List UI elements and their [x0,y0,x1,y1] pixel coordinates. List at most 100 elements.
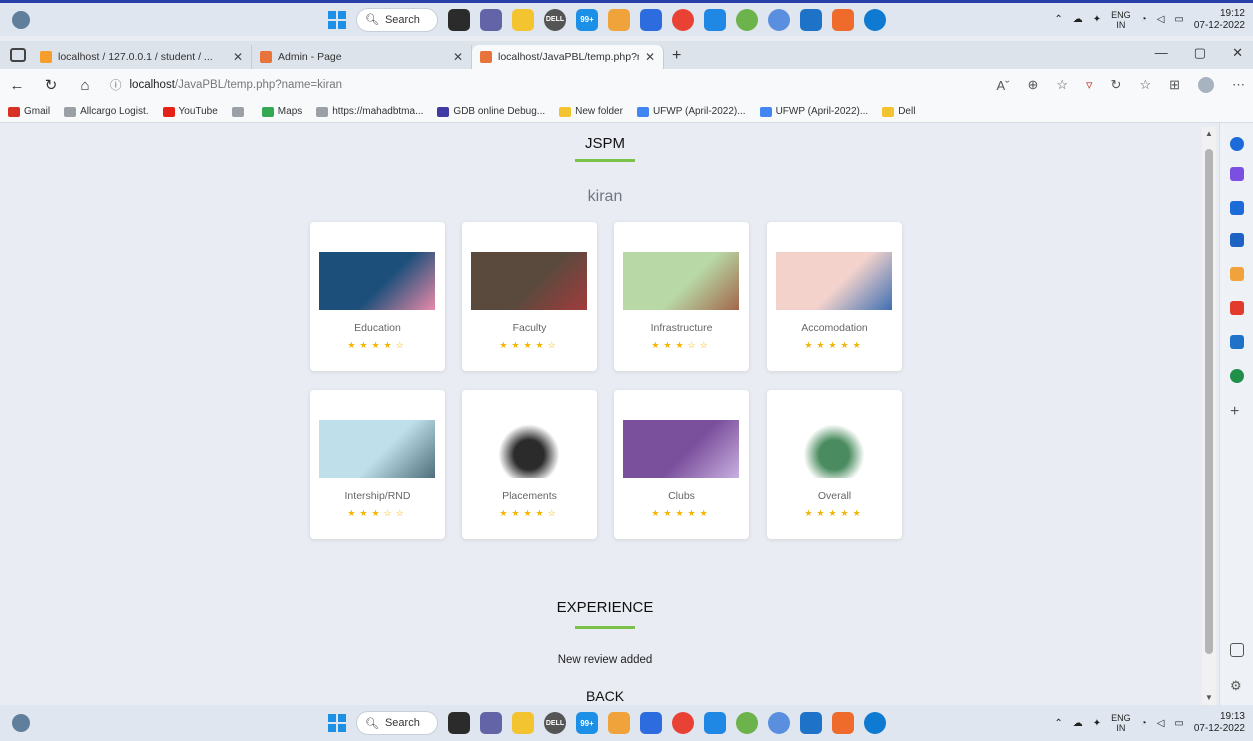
app-icon[interactable] [608,8,630,31]
office-icon[interactable] [1230,301,1244,315]
battery-icon[interactable]: ▭ [1174,14,1183,25]
chrome-icon[interactable] [672,8,694,31]
category-card[interactable]: Accomodation ★★★★★ [767,222,902,371]
taskbar-search[interactable]: 🔍︎ Search [356,711,438,735]
profile-avatar[interactable] [1198,77,1214,93]
edge-icon[interactable] [864,8,886,31]
close-tab-icon[interactable]: ✕ [233,50,243,64]
tab-admin-page[interactable]: Admin - Page ✕ [252,45,472,69]
vscode-icon[interactable] [704,712,726,734]
task-view-icon[interactable] [448,8,470,31]
tools-icon[interactable] [1230,233,1244,247]
eclipse-icon[interactable] [736,712,758,734]
search-icon[interactable] [1230,137,1244,151]
teams-icon[interactable] [480,8,502,31]
scroll-up-icon[interactable]: ▲ [1205,129,1213,138]
language-indicator[interactable]: ENG IN [1111,713,1131,733]
bookmark-mahadbt[interactable]: https://mahadbtma... [316,106,423,117]
widgets-icon[interactable] [12,10,30,29]
close-tab-icon[interactable]: ✕ [453,50,463,64]
more-menu-icon[interactable]: ⋯ [1232,77,1245,93]
category-card[interactable]: Overall ★★★★★ [767,390,902,539]
dell-icon[interactable]: DELL [544,8,566,31]
tab-temp-php[interactable]: localhost/JavaPBL/temp.php?nar ✕ [472,45,664,69]
volume-icon[interactable]: ◁ [1157,14,1165,25]
dell-icon[interactable]: DELL [544,712,566,734]
back-link[interactable]: BACK [505,688,705,704]
scroll-thumb[interactable] [1205,149,1213,654]
collections-icon[interactable]: ⊞ [1169,77,1180,93]
new-tab-button[interactable]: + [672,47,681,65]
clock[interactable]: 19:13 07-12-2022 [1194,711,1245,735]
outlook-icon[interactable] [800,8,822,31]
bookmark-gdb[interactable]: GDB online Debug... [437,106,545,117]
refresh-icon[interactable]: ↻ [42,76,60,94]
shopping-icon[interactable] [1230,201,1244,215]
teams-icon[interactable] [480,712,502,734]
git-icon[interactable] [832,8,854,31]
clock[interactable]: 19:12 07-12-2022 [1194,8,1245,32]
close-tab-icon[interactable]: ✕ [645,50,655,64]
add-icon[interactable]: + [1230,404,1244,420]
git-icon[interactable] [832,712,854,734]
settings-gear-icon[interactable]: ⚙ [1230,679,1244,693]
bookmark-maps[interactable]: Maps [261,106,302,117]
tab-actions-icon[interactable] [10,48,26,62]
bookmark-ufwp-2[interactable]: UFWP (April-2022)... [759,106,868,117]
start-button[interactable] [328,10,346,29]
bookmark-allcargo[interactable]: Allcargo Logist. [64,106,149,117]
zoom-icon[interactable] [640,712,662,734]
category-card[interactable]: Intership/RND ★★★☆☆ [310,390,445,539]
language-indicator[interactable]: ENG IN [1111,10,1131,30]
outlook-icon[interactable] [800,712,822,734]
chevron-up-icon[interactable]: ⌃ [1054,14,1062,25]
tab-phpmyadmin[interactable]: localhost / 127.0.0.1 / student / ... ✕ [32,45,252,69]
extension-icon[interactable]: ▿ [1086,77,1093,93]
taskbar-search[interactable]: 🔍︎ Search [356,7,438,32]
vscode-icon[interactable] [704,8,726,31]
file-explorer-icon[interactable] [512,8,534,31]
home-icon[interactable]: ⌂ [76,77,94,94]
store-icon[interactable]: 99+ [576,8,598,31]
cloud-icon[interactable]: ☁ [1073,718,1083,729]
minimize-button[interactable]: — [1155,45,1168,61]
category-card[interactable]: Faculty ★★★★☆ [462,222,597,371]
back-arrow-icon[interactable]: ← [8,77,26,94]
split-screen-icon[interactable] [1230,643,1244,657]
battery-icon[interactable]: ▭ [1174,718,1183,729]
zoom-icon[interactable]: ⊕ [1027,77,1038,93]
info-icon[interactable]: ⓘ [110,77,122,93]
tree-icon[interactable] [1230,369,1244,383]
games-icon[interactable] [1230,267,1244,281]
app-icon[interactable] [608,712,630,734]
bookmark-youtube[interactable]: YouTube [162,106,218,117]
eclipse-icon-2[interactable] [768,8,790,31]
wifi-icon[interactable]: ◔ [1141,14,1147,25]
store-icon[interactable]: 99+ [576,712,598,734]
dropbox-icon[interactable]: ✦ [1093,14,1101,25]
favorite-star-icon[interactable]: ☆ [1056,77,1068,93]
edge-icon[interactable] [864,712,886,734]
copilot-icon[interactable] [1230,167,1244,181]
start-button[interactable] [328,714,346,732]
favorites-icon[interactable]: ☆ [1139,77,1151,93]
chrome-icon[interactable] [672,712,694,734]
file-explorer-icon[interactable] [512,712,534,734]
bookmark-ufwp-1[interactable]: UFWP (April-2022)... [636,106,746,117]
eclipse-icon-2[interactable] [768,712,790,734]
chevron-up-icon[interactable]: ⌃ [1054,718,1062,729]
bookmark-new-folder[interactable]: New folder [559,106,623,117]
bookmark-dell[interactable]: Dell [882,106,915,117]
zoom-icon[interactable] [640,8,662,31]
task-view-icon[interactable] [448,712,470,734]
wifi-icon[interactable]: ◔ [1141,718,1147,729]
dropbox-icon[interactable]: ✦ [1093,718,1101,729]
restore-button[interactable]: ▢ [1194,45,1206,61]
url-field[interactable]: ⓘ localhost/JavaPBL/temp.php?name=kiran [110,77,910,93]
category-card[interactable]: Clubs ★★★★★ [614,390,749,539]
bookmark-page[interactable] [231,106,248,117]
page-scrollbar[interactable]: ▲ ▼ [1202,127,1216,705]
eclipse-icon[interactable] [736,8,758,31]
cloud-icon[interactable]: ☁ [1073,14,1083,25]
close-window-button[interactable]: ✕ [1232,45,1243,61]
